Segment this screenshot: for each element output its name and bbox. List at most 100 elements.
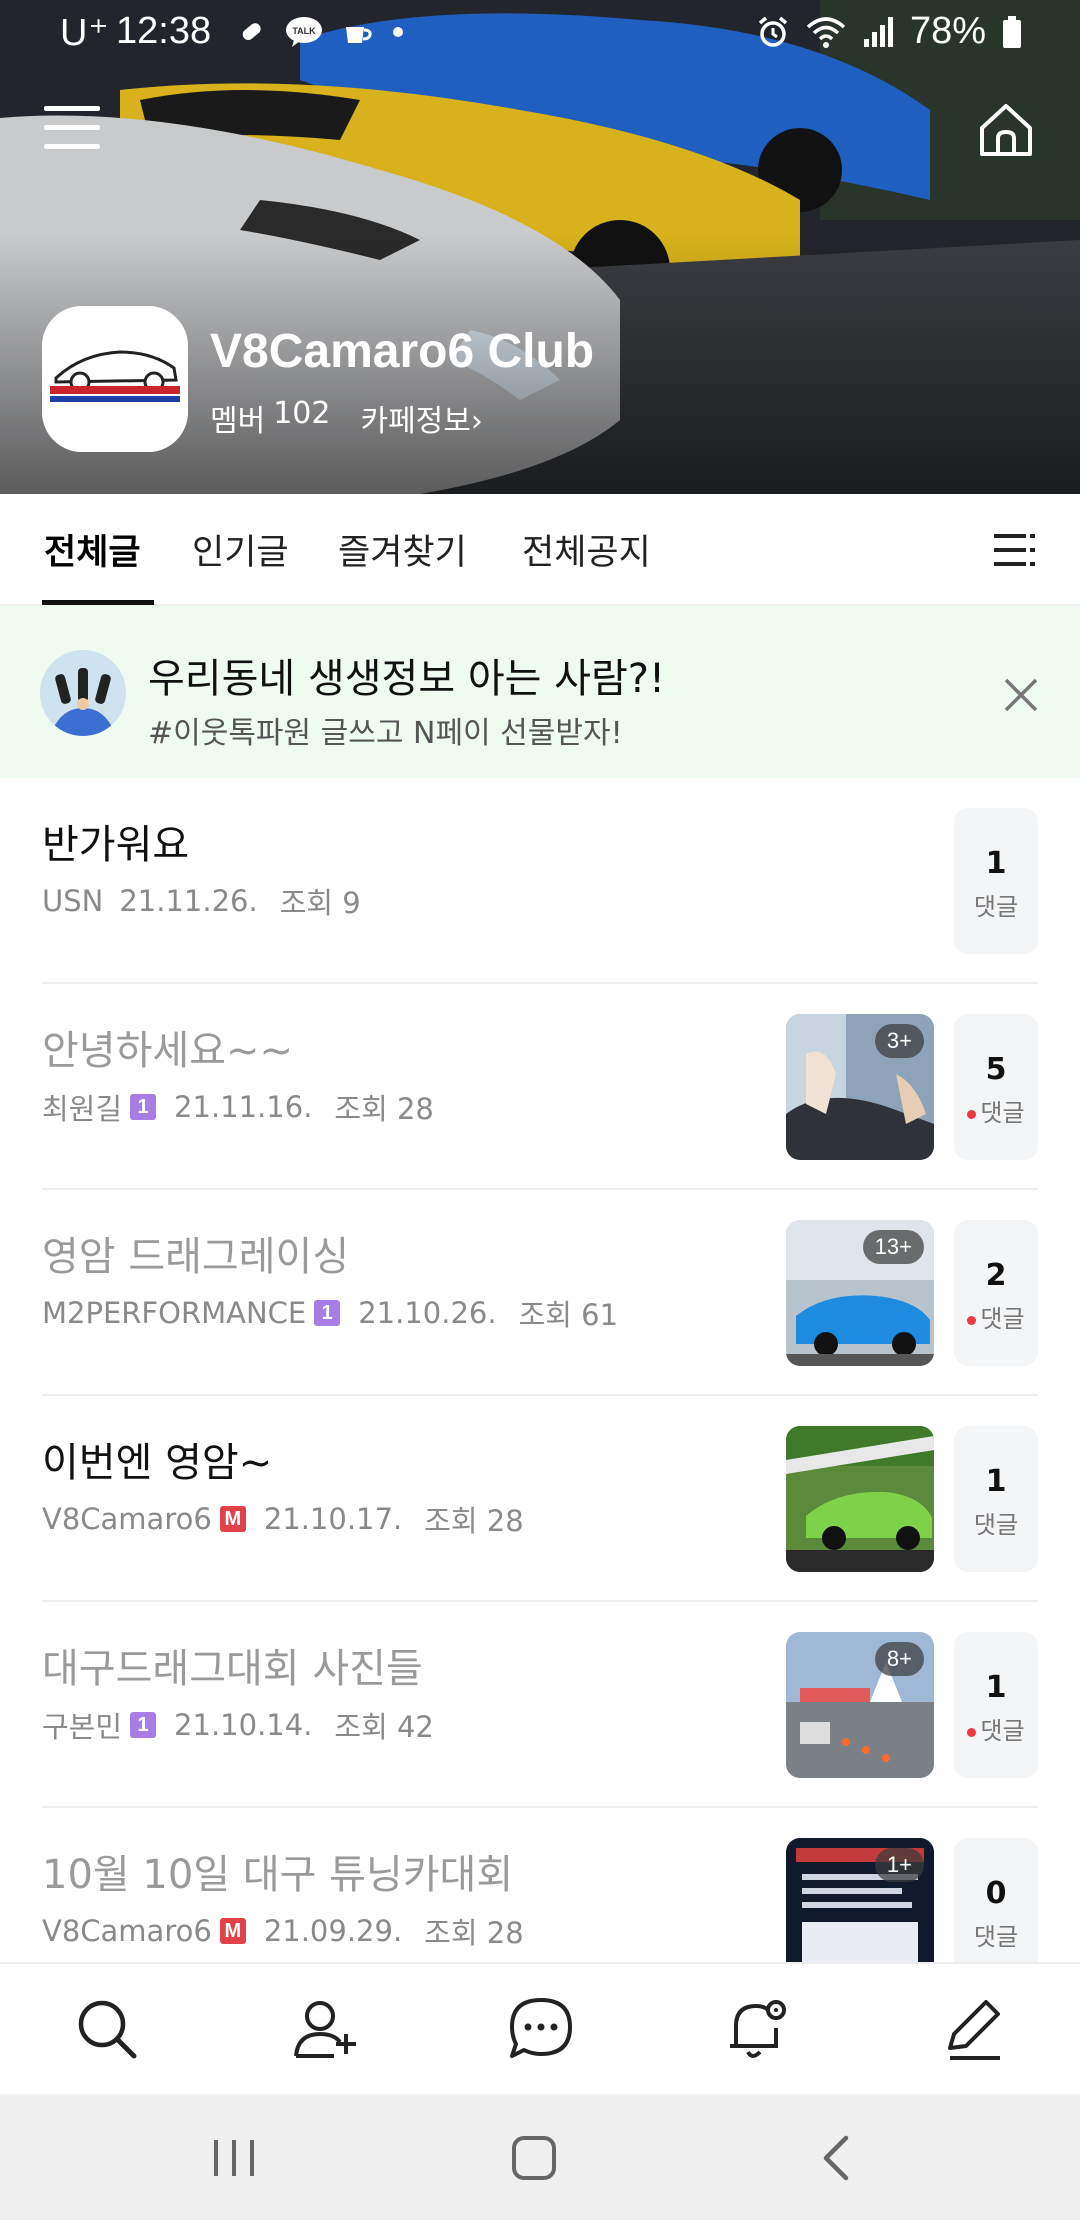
comment-count-box[interactable]: 1 댓글 [954, 808, 1038, 954]
battery-icon [1003, 15, 1021, 48]
post-date: 21.11.16. [174, 1090, 313, 1124]
post-item[interactable]: 반가워요 USN 21.11.26. 조회 9 1 댓글 [0, 778, 1080, 984]
comment-count: 2 [985, 1258, 1007, 1293]
comment-label: 댓글 [973, 1511, 1019, 1539]
post-date: 21.09.29. [263, 1914, 403, 1948]
carrier-label: U⁺ [60, 12, 110, 54]
notification-dot-icon [393, 27, 403, 37]
notification-settings-icon[interactable] [722, 1994, 792, 2064]
post-item[interactable]: 안녕하세요~~ 최원길 1 21.11.16. 조회 28 3+ 5 댓글 [0, 984, 1080, 1190]
car-logo-image [42, 306, 188, 452]
post-meta: M2PERFORMANCE 1 21.10.26. 조회 61 [42, 1292, 618, 1334]
post-views: 조회 28 [424, 1504, 524, 1538]
comment-count-box[interactable]: 0 댓글 [954, 1838, 1038, 1962]
cafe-info-label: 카페정보 [360, 404, 471, 439]
post-meta: 구본민 1 21.10.14. 조회 42 [42, 1704, 434, 1746]
tab-notices[interactable]: 전체공지 [522, 524, 651, 575]
post-title: 반가워요 [42, 822, 190, 868]
post-meta: V8Camaro6 M 21.09.29. 조회 28 [42, 1910, 524, 1952]
wifi-icon [806, 16, 846, 48]
cafe-title: V8Camaro6 Club [210, 325, 595, 378]
post-title: 안녕하세요~~ [42, 1028, 294, 1074]
post-item[interactable]: 영암 드래그레이싱 M2PERFORMANCE 1 21.10.26. 조회 6… [0, 1190, 1080, 1396]
post-views: 조회 28 [424, 1916, 524, 1950]
post-thumbnail[interactable]: 3+ [786, 1014, 934, 1160]
banner-subtitle: #이웃톡파원 글쓰고 N페이 선물받자! [148, 716, 623, 751]
close-icon[interactable] [1000, 674, 1042, 716]
post-thumbnail[interactable] [786, 1426, 934, 1572]
post-thumbnail[interactable]: 1+ [786, 1838, 934, 1962]
cafe-logo[interactable] [42, 306, 188, 452]
post-meta: 최원길 1 21.11.16. 조회 28 [42, 1086, 434, 1128]
microphones-image [40, 650, 126, 736]
pill-icon [242, 23, 261, 41]
chat-icon[interactable] [506, 1994, 576, 2064]
image-count-badge: 1+ [874, 1848, 924, 1882]
banner-image [40, 650, 126, 736]
post-list: 반가워요 USN 21.11.26. 조회 9 1 댓글 안녕하세요~~ 최원길… [0, 778, 1080, 1962]
home-icon[interactable] [976, 100, 1036, 160]
write-icon[interactable] [938, 1994, 1008, 2064]
svg-text:TALK: TALK [292, 26, 316, 36]
post-title: 이번엔 영암~ [42, 1440, 273, 1486]
system-nav-bar [0, 2094, 1080, 2220]
tab-all-posts[interactable]: 전체글 [44, 524, 141, 575]
list-menu-icon[interactable] [992, 530, 1038, 570]
status-bar: U⁺ 12:38 TALK 78% [0, 0, 1080, 64]
comment-count-box[interactable]: 1 댓글 [954, 1426, 1038, 1572]
tab-popular[interactable]: 인기글 [192, 524, 289, 575]
post-title: 10월 10일 대구 튜닝카대회 [42, 1852, 514, 1898]
cafe-meta: 멤버 102 카페정보› [210, 396, 483, 440]
post-item[interactable]: 대구드래그대회 사진들 구본민 1 21.10.14. 조회 42 8+ 1 댓… [0, 1602, 1080, 1808]
post-author: V8Camaro6 [42, 1914, 212, 1948]
post-item[interactable]: 10월 10일 대구 튜닝카대회 V8Camaro6 M 21.09.29. 조… [0, 1808, 1080, 1962]
add-member-icon[interactable] [290, 1994, 360, 2064]
home-button-icon[interactable] [504, 2130, 564, 2186]
post-author: V8Camaro6 [42, 1502, 212, 1536]
comment-count-box[interactable]: 5 댓글 [954, 1014, 1038, 1160]
bottom-action-bar [0, 1962, 1080, 2094]
image-count-badge: 13+ [862, 1230, 924, 1264]
member-count: 102 [273, 396, 331, 431]
talk-icon: TALK [286, 17, 322, 47]
status-time: 12:38 [116, 10, 212, 52]
cafe-header: U⁺ 12:38 TALK 78% V8Camaro6 Club 멤버 102 … [0, 0, 1080, 494]
back-icon[interactable] [808, 2130, 868, 2186]
menu-icon[interactable] [44, 106, 100, 152]
post-views: 조회 9 [279, 886, 361, 920]
active-tab-indicator [42, 600, 154, 605]
signal-icon [863, 16, 893, 47]
comment-count-box[interactable]: 2 댓글 [954, 1220, 1038, 1366]
thumbnail-image [786, 1426, 934, 1572]
post-thumbnail[interactable]: 13+ [786, 1220, 934, 1366]
post-item[interactable]: 이번엔 영암~ V8Camaro6 M 21.10.17. 조회 28 1 댓글 [0, 1396, 1080, 1602]
member-level-badge: 1 [130, 1094, 157, 1120]
image-count-badge: 3+ [874, 1024, 924, 1058]
post-thumbnail[interactable]: 8+ [786, 1632, 934, 1778]
battery-percent: 78% [909, 10, 986, 52]
comment-count: 1 [985, 1464, 1007, 1499]
comment-label: 댓글 [973, 1923, 1019, 1951]
comment-count-box[interactable]: 1 댓글 [954, 1632, 1038, 1778]
cup-icon [346, 27, 372, 43]
tab-favorites[interactable]: 즐겨찾기 [338, 524, 467, 575]
comment-count: 0 [985, 1876, 1007, 1911]
recent-apps-icon[interactable] [204, 2130, 264, 2186]
promo-banner[interactable]: 우리동네 생생정보 아는 사람?! #이웃톡파원 글쓰고 N페이 선물받자! [0, 606, 1080, 778]
manager-badge: M [219, 1506, 246, 1532]
comment-count: 1 [985, 846, 1007, 881]
cafe-info-link[interactable]: 카페정보› [360, 396, 482, 440]
comment-count: 5 [985, 1052, 1007, 1087]
post-date: 21.10.17. [263, 1502, 403, 1536]
post-title: 영암 드래그레이싱 [42, 1234, 350, 1280]
post-author: 최원길 [42, 1092, 123, 1126]
comment-label: 댓글 [973, 893, 1019, 921]
post-meta: V8Camaro6 M 21.10.17. 조회 28 [42, 1498, 524, 1540]
search-icon[interactable] [72, 1994, 142, 2064]
post-date: 21.10.26. [358, 1296, 497, 1330]
comment-label: 댓글 [980, 1305, 1025, 1333]
post-date: 21.10.14. [174, 1708, 313, 1742]
post-views: 조회 42 [334, 1710, 434, 1744]
post-author: 구본민 [42, 1710, 123, 1744]
post-views: 조회 61 [518, 1298, 619, 1332]
